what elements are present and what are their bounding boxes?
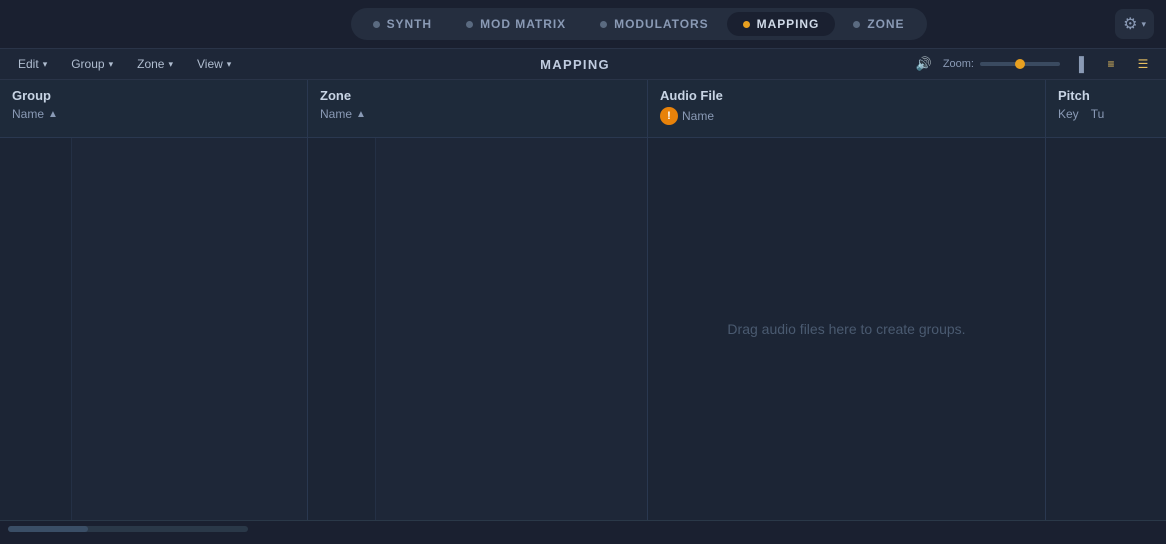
body-audio-col[interactable]: Drag audio files here to create groups. <box>648 138 1046 520</box>
table-body: Drag audio files here to create groups. <box>0 138 1166 520</box>
rows-icon-button[interactable]: ☰ <box>1130 53 1156 75</box>
speaker-icon-button[interactable]: 🔊 <box>911 53 937 75</box>
zoom-slider-thumb <box>1015 59 1025 69</box>
body-pitch-col <box>1046 138 1166 520</box>
group-label: Group <box>71 57 104 71</box>
gear-icon: ⚙ <box>1123 14 1137 34</box>
list-icon-button[interactable]: ≡ <box>1098 53 1124 75</box>
rows-icon: ☰ <box>1138 57 1149 71</box>
zone-menu-button[interactable]: Zone ▾ <box>129 54 181 74</box>
edit-menu-button[interactable]: Edit ▾ <box>10 54 55 74</box>
tab-mapping-dot <box>743 21 750 28</box>
settings-button[interactable]: ⚙ ▾ <box>1115 9 1154 39</box>
main-content: Edit ▾ Group ▾ Zone ▾ View ▾ MAPPING 🔊 Z… <box>0 48 1166 536</box>
bottom-bar <box>0 520 1166 536</box>
tab-modulators-dot <box>600 21 607 28</box>
group-name-label: Name <box>12 107 44 121</box>
tab-synth-dot <box>373 21 380 28</box>
group-header-top: Group <box>0 80 307 105</box>
body-group-col <box>0 138 308 520</box>
table-header: Group Name ▲ Zone Name ▲ Audio File ! Na… <box>0 80 1166 138</box>
group-header-bottom[interactable]: Name ▲ <box>0 105 307 127</box>
tab-modulators-label: MODULATORS <box>614 17 709 31</box>
view-menu-button[interactable]: View ▾ <box>189 54 239 74</box>
pitch-header-bottom: Key Tu <box>1046 105 1166 127</box>
audio-header-bottom[interactable]: ! Name <box>648 105 1045 131</box>
chevron-down-icon: ▾ <box>1141 19 1146 30</box>
tab-synth[interactable]: SYNTH <box>357 12 448 36</box>
tab-modulators[interactable]: MODULATORS <box>584 12 725 36</box>
top-nav: SYNTH MOD MATRIX MODULATORS MAPPING ZONE… <box>0 0 1166 48</box>
col-audio-header: Audio File ! Name <box>648 80 1046 137</box>
view-chevron-icon: ▾ <box>227 59 232 70</box>
audio-name-label: Name <box>682 109 714 123</box>
col-zone-header: Zone Name ▲ <box>308 80 648 137</box>
tab-zone[interactable]: ZONE <box>837 12 920 36</box>
drag-hint-text: Drag audio files here to create groups. <box>727 321 965 337</box>
zone-sort-icon: ▲ <box>356 109 366 120</box>
tab-synth-label: SYNTH <box>387 17 432 31</box>
col-pitch-header: Pitch Key Tu <box>1046 80 1166 137</box>
zoom-slider[interactable] <box>980 62 1060 66</box>
pitch-key-label: Key <box>1058 107 1079 121</box>
toolbar-title: MAPPING <box>247 57 902 72</box>
body-group-right <box>72 138 307 520</box>
warning-icon: ! <box>660 107 678 125</box>
tab-zone-dot <box>853 21 860 28</box>
tab-zone-label: ZONE <box>867 17 904 31</box>
horizontal-scrollbar[interactable] <box>8 526 248 532</box>
tab-mod-matrix-label: MOD MATRIX <box>480 17 566 31</box>
speaker-icon: 🔊 <box>916 56 932 72</box>
group-chevron-icon: ▾ <box>109 59 114 70</box>
col-group-header: Group Name ▲ <box>0 80 308 137</box>
group-menu-button[interactable]: Group ▾ <box>63 54 121 74</box>
body-zone-col <box>308 138 648 520</box>
edit-chevron-icon: ▾ <box>43 59 48 70</box>
zone-header-top: Zone <box>308 80 647 105</box>
tab-mapping[interactable]: MAPPING <box>727 12 836 36</box>
zone-header-bottom[interactable]: Name ▲ <box>308 105 647 127</box>
zone-name-label: Name <box>320 107 352 121</box>
audio-header-top: Audio File <box>648 80 1045 105</box>
scrollbar-thumb[interactable] <box>8 526 88 532</box>
zoom-label: Zoom: <box>943 58 974 70</box>
pitch-extra-label: Tu <box>1091 107 1105 121</box>
group-sort-icon: ▲ <box>48 109 58 120</box>
zone-chevron-icon: ▾ <box>168 59 173 70</box>
tab-mod-matrix-dot <box>466 21 473 28</box>
pitch-header-top: Pitch <box>1046 80 1166 105</box>
edit-label: Edit <box>18 57 39 71</box>
body-zone-left <box>308 138 376 520</box>
zone-label: Zone <box>137 57 164 71</box>
list-icon: ≡ <box>1107 57 1114 71</box>
view-label: View <box>197 57 223 71</box>
nav-tabs: SYNTH MOD MATRIX MODULATORS MAPPING ZONE <box>351 8 927 40</box>
toolbar: Edit ▾ Group ▾ Zone ▾ View ▾ MAPPING 🔊 Z… <box>0 48 1166 80</box>
toolbar-right: 🔊 Zoom: ▐ ≡ ☰ <box>911 53 1156 75</box>
body-group-left <box>0 138 72 520</box>
bar-chart-icon-button[interactable]: ▐ <box>1066 53 1092 75</box>
tab-mod-matrix[interactable]: MOD MATRIX <box>450 12 582 36</box>
body-zone-right <box>376 138 647 520</box>
bar-chart-icon: ▐ <box>1074 56 1084 72</box>
tab-mapping-label: MAPPING <box>757 17 820 31</box>
